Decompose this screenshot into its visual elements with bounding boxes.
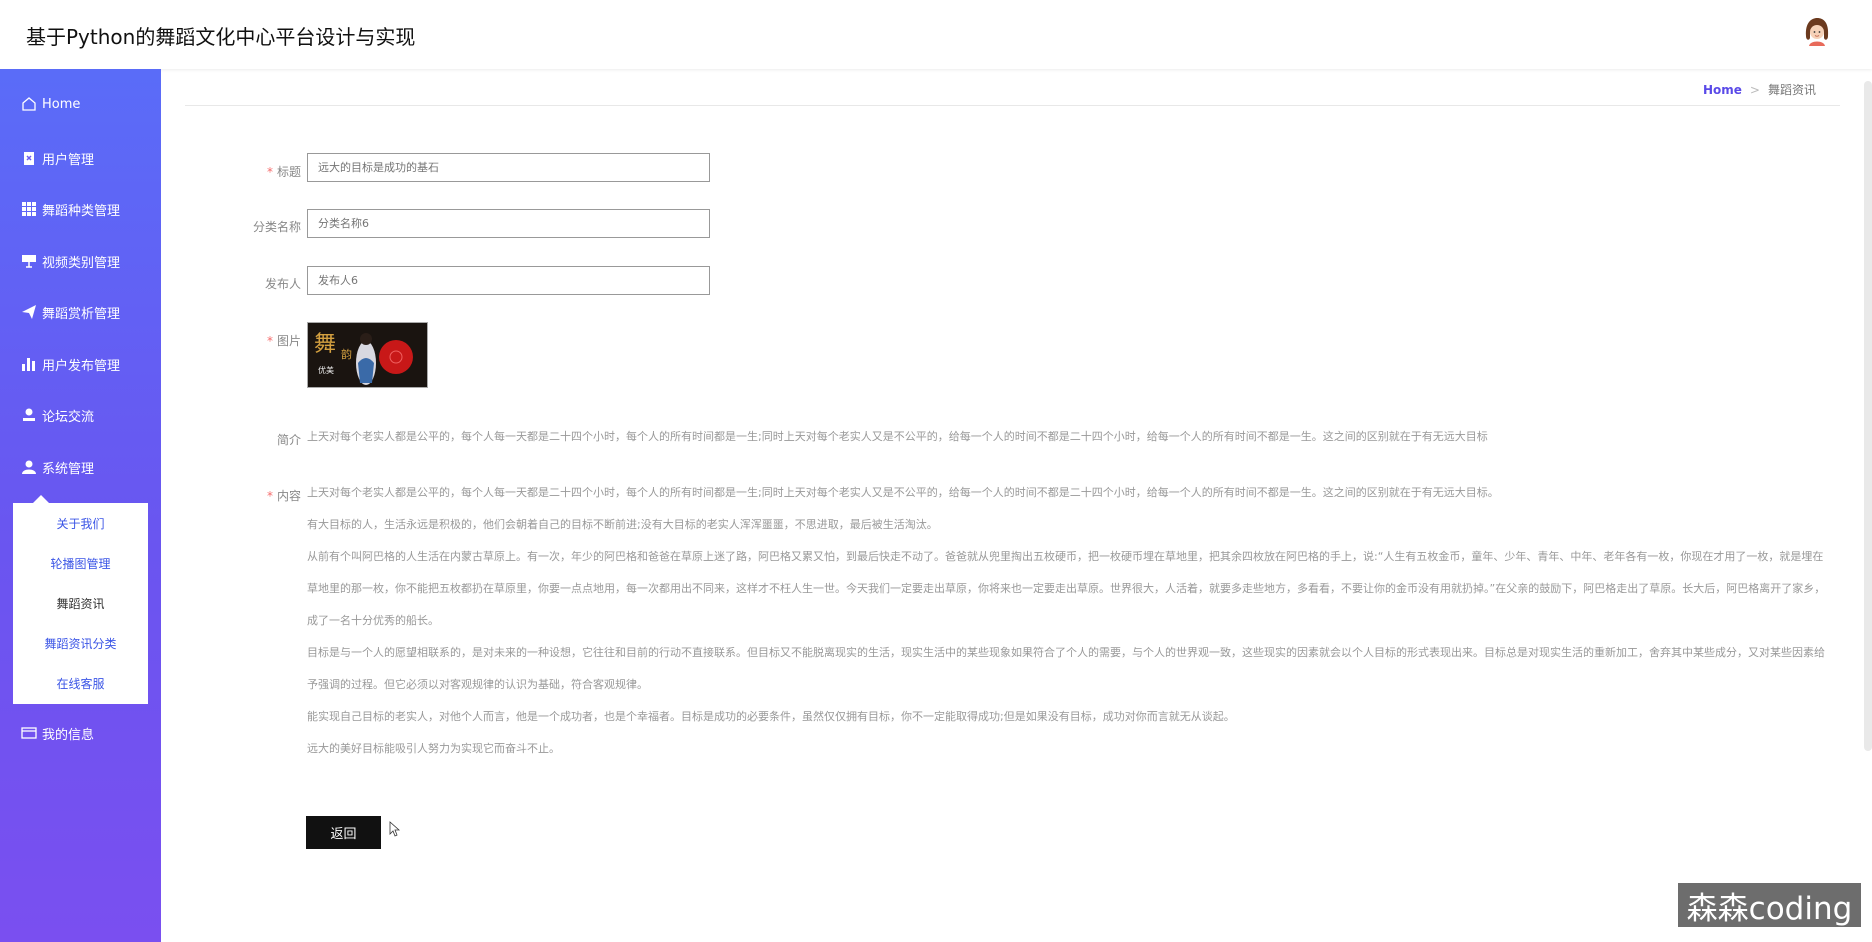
sidebar-item-label: 舞蹈种类管理 bbox=[42, 203, 121, 219]
sidebar-item-label: 舞蹈赏析管理 bbox=[42, 306, 121, 322]
sidebar-item-my-info[interactable]: 我的信息 bbox=[0, 718, 161, 748]
clipboard-icon bbox=[20, 149, 38, 167]
sidebar-item-label: 系统管理 bbox=[42, 461, 95, 477]
publisher-input[interactable] bbox=[307, 266, 710, 295]
projector-icon bbox=[20, 252, 38, 270]
sidebar: Home 用户管理 舞蹈种类管理 视频类别管理 舞蹈赏析管理 用户发布管理 论坛… bbox=[0, 69, 161, 942]
sidebar-item-label: 用户发布管理 bbox=[42, 358, 121, 374]
content-block: 上天对每个老实人都是公平的，每个人每一天都是二十四个小时，每个人的所有时间都是一… bbox=[307, 477, 1827, 765]
content-paragraph: 远大的美好目标能吸引人努力为实现它而奋斗不止。 bbox=[307, 742, 560, 755]
sidebar-item-dance-type[interactable]: 舞蹈种类管理 bbox=[0, 194, 161, 224]
content-paragraph: 从前有个叫阿巴格的人生活在内蒙古草原上。有一次，年少的阿巴格和爸爸在草原上迷了路… bbox=[307, 550, 1826, 627]
sidebar-item-forum[interactable]: 论坛交流 bbox=[0, 400, 161, 430]
content-paragraph: 上天对每个老实人都是公平的，每个人每一天都是二十四个小时，每个人的所有时间都是一… bbox=[307, 486, 1499, 499]
required-mark: * bbox=[266, 489, 273, 503]
required-mark: * bbox=[266, 165, 273, 179]
home-icon bbox=[20, 95, 38, 113]
category-label: 分类名称 bbox=[252, 220, 301, 234]
publisher-label: 发布人 bbox=[264, 277, 301, 291]
content-paragraph: 目标是与一个人的愿望相联系的，是对未来的一种设想，它往往和目前的行动不直接联系。… bbox=[307, 646, 1825, 691]
header-divider bbox=[185, 105, 1840, 106]
app-title: 基于Python的舞蹈文化中心平台设计与实现 bbox=[26, 25, 416, 49]
breadcrumb-separator: > bbox=[1749, 83, 1760, 97]
breadcrumb-home[interactable]: Home bbox=[1703, 83, 1742, 97]
image-label: * 图片 bbox=[266, 334, 301, 348]
submenu-item-about[interactable]: 关于我们 bbox=[13, 515, 148, 532]
content-paragraph: 能实现自己目标的老实人，对他个人而言，他是一个成功者，也是个幸福者。目标是成功的… bbox=[307, 710, 1235, 723]
sidebar-item-dance-appreciation[interactable]: 舞蹈赏析管理 bbox=[0, 297, 161, 327]
person-icon bbox=[20, 458, 38, 476]
sidebar-item-label: 用户管理 bbox=[42, 152, 95, 168]
content-paragraph: 有大目标的人，生活永远是积极的，他们会朝着自己的目标不断前进;没有大目标的老实人… bbox=[307, 518, 938, 531]
system-submenu: 关于我们 轮播图管理 舞蹈资讯 舞蹈资讯分类 在线客服 bbox=[13, 495, 148, 704]
image-text-main: 舞 bbox=[314, 332, 336, 357]
back-button[interactable]: 返回 bbox=[306, 816, 381, 849]
sidebar-item-label: Home bbox=[42, 96, 81, 112]
title-label: * 标题 bbox=[266, 165, 301, 179]
top-bar: 基于Python的舞蹈文化中心平台设计与实现 bbox=[0, 0, 1872, 69]
sidebar-item-label: 我的信息 bbox=[42, 727, 95, 743]
sidebar-item-system[interactable]: 系统管理 bbox=[0, 452, 161, 482]
card-icon bbox=[20, 724, 38, 742]
sidebar-item-user-management[interactable]: 用户管理 bbox=[0, 143, 161, 173]
watermark: 森森coding bbox=[1678, 883, 1861, 927]
main-content: Home > 舞蹈资讯 *标题 分类名称 发布人 *图片 舞 韵 优美 简介 上天对… bbox=[161, 69, 1872, 942]
user-upload-icon bbox=[20, 406, 38, 424]
breadcrumb-current: 舞蹈资讯 bbox=[1767, 83, 1816, 97]
image-text-small: 优美 bbox=[318, 365, 334, 375]
image-text-sub: 韵 bbox=[341, 347, 352, 361]
intro-text: 上天对每个老实人都是公平的，每个人每一天都是二十四个小时，每个人的所有时间都是一… bbox=[307, 430, 1488, 443]
bar-chart-icon bbox=[20, 355, 38, 373]
submenu-item-support[interactable]: 在线客服 bbox=[13, 675, 148, 692]
sidebar-item-label: 论坛交流 bbox=[42, 409, 95, 425]
sidebar-item-label: 视频类别管理 bbox=[42, 255, 121, 271]
breadcrumb: Home > 舞蹈资讯 bbox=[1703, 81, 1816, 98]
user-avatar-icon[interactable] bbox=[1800, 14, 1834, 48]
mouse-cursor-icon bbox=[389, 821, 401, 837]
intro-label: 简介 bbox=[276, 433, 301, 447]
sidebar-item-user-publish[interactable]: 用户发布管理 bbox=[0, 349, 161, 379]
submenu-item-dance-news[interactable]: 舞蹈资讯 bbox=[13, 595, 148, 612]
title-input[interactable] bbox=[307, 153, 710, 182]
submenu-item-carousel[interactable]: 轮播图管理 bbox=[13, 555, 148, 572]
send-icon bbox=[20, 303, 38, 321]
image-thumbnail[interactable]: 舞 韵 优美 bbox=[307, 322, 428, 388]
grid-icon bbox=[20, 200, 38, 218]
sidebar-item-video-category[interactable]: 视频类别管理 bbox=[0, 246, 161, 276]
submenu-item-news-category[interactable]: 舞蹈资讯分类 bbox=[13, 635, 148, 652]
category-input[interactable] bbox=[307, 209, 710, 238]
scrollbar[interactable] bbox=[1864, 81, 1872, 751]
sidebar-item-home[interactable]: Home bbox=[0, 89, 161, 119]
content-label: * 内容 bbox=[266, 489, 301, 503]
required-mark: * bbox=[266, 334, 273, 348]
